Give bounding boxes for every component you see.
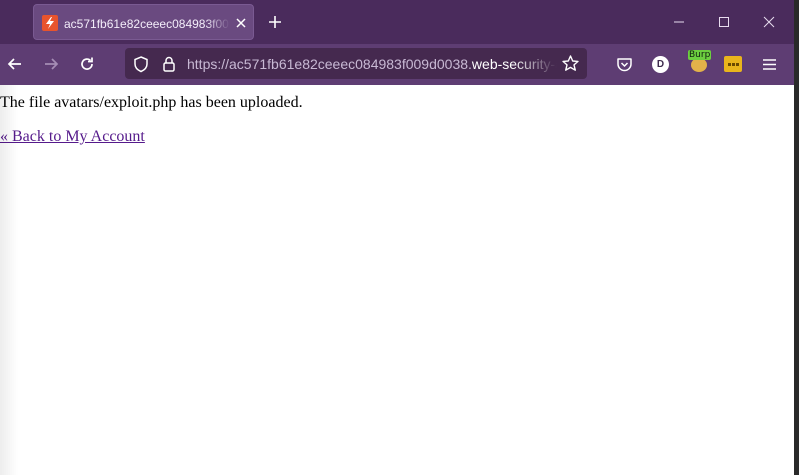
bookmark-star-icon[interactable] (561, 54, 580, 73)
burp-face (691, 58, 707, 72)
back-arrow-icon[interactable] (5, 54, 25, 74)
burp-label: Burp (688, 50, 712, 60)
minimize-icon[interactable] (669, 12, 689, 32)
forward-arrow-icon[interactable] (41, 54, 61, 74)
lightning-icon (42, 15, 58, 31)
new-tab-icon[interactable] (266, 13, 284, 31)
upload-message: The file avatars/exploit.php has been up… (0, 94, 303, 111)
page-left-shadow (0, 85, 18, 475)
browser-tab[interactable]: ac571fb61e82ceeec084983f009d0038.web-sec… (33, 4, 254, 40)
profile-extension-icon[interactable]: D (652, 56, 669, 73)
back-to-account-link[interactable]: « Back to My Account (0, 128, 145, 146)
shield-icon[interactable] (132, 55, 150, 73)
pocket-icon[interactable] (615, 55, 634, 74)
menu-icon[interactable] (760, 55, 779, 74)
yellow-extension-icon[interactable] (724, 56, 742, 72)
url-text[interactable]: https://ac571fb61e82ceeec084983f009d0038… (187, 56, 557, 72)
reload-icon[interactable] (77, 54, 97, 74)
url-domain: web-security-academy.net (471, 56, 557, 72)
lock-icon[interactable] (160, 55, 178, 73)
close-window-icon[interactable] (759, 12, 779, 32)
tab-title: ac571fb61e82ceeec084983f009d0038.web-sec… (64, 17, 230, 31)
page-content: The file avatars/exploit.php has been up… (0, 85, 794, 475)
url-bar[interactable]: https://ac571fb61e82ceeec084983f009d0038… (125, 48, 587, 79)
window-right-edge (794, 0, 799, 475)
burp-extension-icon[interactable]: Burp (688, 50, 712, 72)
maximize-icon[interactable] (714, 12, 734, 32)
tab-strip: ac571fb61e82ceeec084983f009d0038.web-sec… (0, 0, 799, 44)
close-tab-icon[interactable] (233, 15, 249, 31)
url-prefix: https://ac571fb61e82ceeec084983f009d0038… (187, 56, 472, 72)
